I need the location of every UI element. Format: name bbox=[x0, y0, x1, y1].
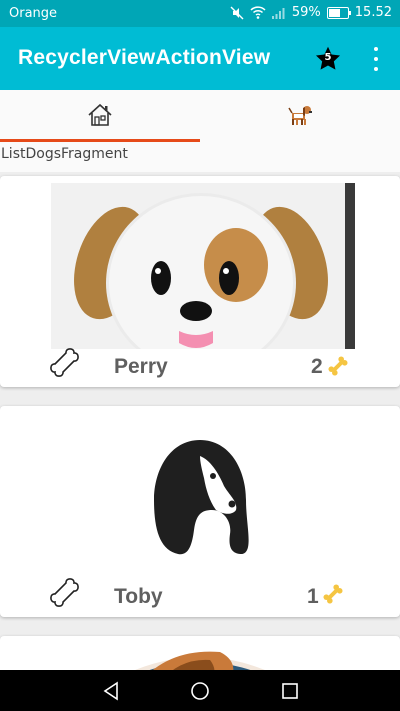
app-title: RecyclerViewActionView bbox=[18, 46, 271, 69]
dog-emoji-image bbox=[51, 183, 355, 349]
fragment-label-text: ListDogsFragment bbox=[1, 146, 128, 162]
bone-emoji-icon bbox=[328, 356, 348, 376]
house-icon bbox=[88, 103, 112, 126]
tab-dogs[interactable] bbox=[200, 90, 400, 142]
bone-emoji-icon bbox=[323, 584, 343, 604]
status-icons: 59% 15.52 bbox=[230, 5, 392, 20]
battery-icon bbox=[326, 6, 351, 19]
home-icon[interactable] bbox=[190, 681, 210, 701]
bone-outline-icon bbox=[50, 348, 79, 377]
recents-icon[interactable] bbox=[280, 681, 300, 701]
dot bbox=[374, 67, 378, 71]
back-icon[interactable] bbox=[101, 681, 121, 701]
clock: 15.52 bbox=[354, 5, 392, 20]
dog-name: Perry bbox=[114, 355, 168, 378]
carrier-name: Orange bbox=[9, 6, 58, 21]
tab-home[interactable] bbox=[0, 90, 200, 142]
dog-icon bbox=[288, 106, 312, 125]
bone-count: 1 bbox=[307, 585, 319, 608]
dot bbox=[374, 47, 378, 51]
wifi-icon bbox=[250, 6, 266, 19]
dot bbox=[374, 57, 378, 61]
overflow-menu-button[interactable] bbox=[366, 47, 386, 71]
battery-percent: 59% bbox=[291, 5, 321, 20]
favorites-count: 5 bbox=[324, 52, 332, 63]
bone-count: 2 bbox=[311, 355, 323, 378]
system-nav-bar bbox=[0, 670, 400, 711]
bone-outline-icon bbox=[50, 578, 79, 607]
dog-silhouette-image bbox=[154, 440, 249, 555]
signal-icon bbox=[271, 7, 285, 19]
favorites-button[interactable]: 5 bbox=[314, 45, 342, 73]
status-bar: Orange 59% 15.52 bbox=[0, 0, 400, 27]
dog-card[interactable]: Perry 2 bbox=[0, 176, 400, 387]
app-bar: RecyclerViewActionView 5 bbox=[0, 27, 400, 90]
tab-bar bbox=[0, 90, 400, 142]
dog-name: Toby bbox=[114, 585, 163, 608]
dog-card[interactable]: Toby 1 bbox=[0, 406, 400, 617]
fragment-label: ListDogsFragment bbox=[0, 142, 400, 172]
mute-icon bbox=[230, 6, 244, 19]
